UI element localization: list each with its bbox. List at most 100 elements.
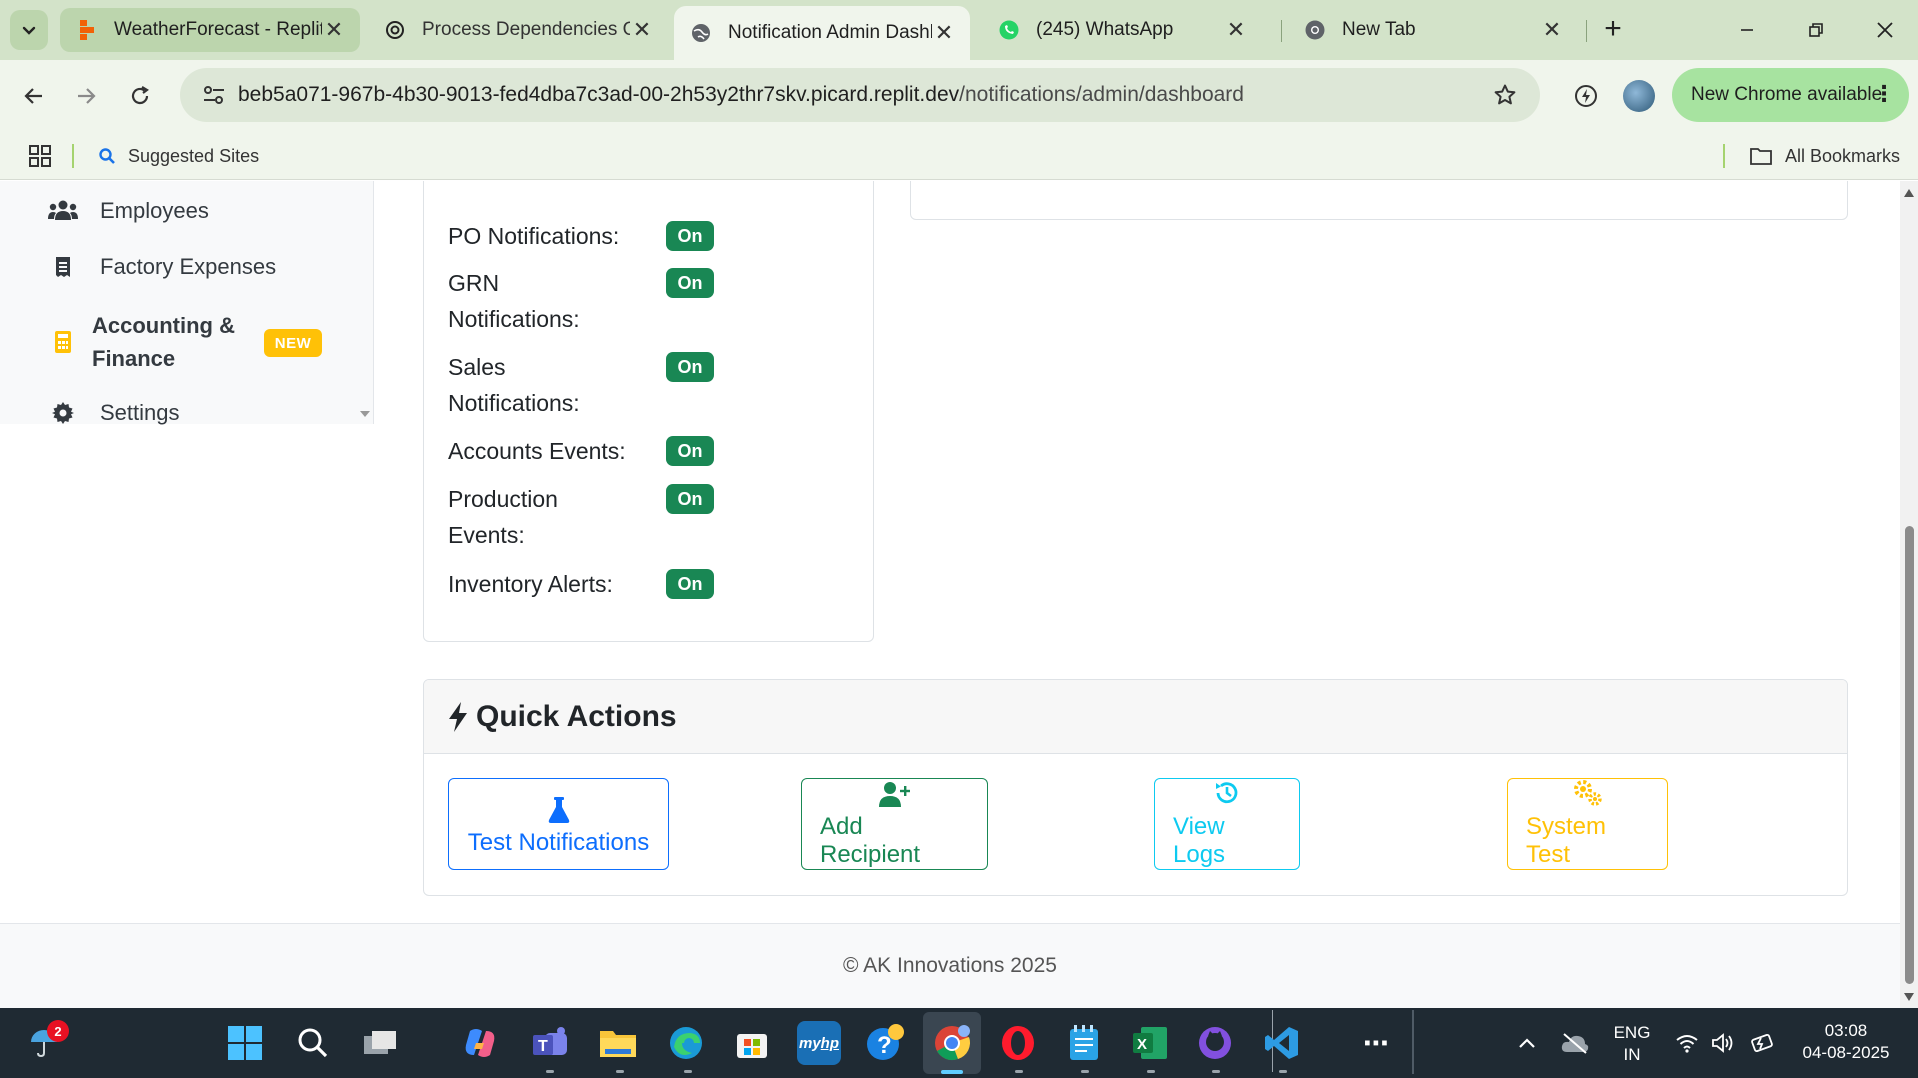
teams-icon: T bbox=[533, 1027, 567, 1055]
tab-notification-admin[interactable]: Notification Admin Dashb ✕ bbox=[674, 6, 970, 60]
sidebar-item-factory-expenses[interactable]: Factory Expenses bbox=[48, 254, 276, 280]
new-tab-button[interactable]: + bbox=[1597, 14, 1629, 46]
profile-avatar[interactable] bbox=[1623, 80, 1655, 112]
page-footer: © AK Innovations 2025 bbox=[0, 923, 1900, 1008]
task-view-icon bbox=[364, 1031, 396, 1054]
tab-new-tab[interactable]: New Tab ✕ bbox=[1288, 8, 1578, 52]
address-bar[interactable]: beb5a071-967b-4b30-9013-fed4dba7c3ad-00-… bbox=[180, 68, 1540, 122]
close-icon[interactable]: ✕ bbox=[1540, 17, 1564, 43]
site-info-icon[interactable] bbox=[190, 84, 238, 106]
more-vert-icon[interactable]: ⋮ bbox=[1873, 82, 1895, 106]
excel-app[interactable]: X bbox=[1128, 1021, 1172, 1065]
microsoft-store-app[interactable] bbox=[730, 1021, 774, 1065]
tab-process-dependencies[interactable]: Process Dependencies Ov ✕ bbox=[368, 8, 668, 52]
folder-icon bbox=[600, 1031, 636, 1057]
bolt-icon bbox=[449, 701, 467, 732]
all-bookmarks-button[interactable]: All Bookmarks bbox=[1749, 142, 1900, 170]
close-window-button[interactable] bbox=[1865, 12, 1905, 48]
clock[interactable]: 03:08 04-08-2025 bbox=[1790, 1020, 1902, 1064]
weather-notification-badge: 2 bbox=[47, 1020, 69, 1042]
close-icon[interactable]: ✕ bbox=[322, 17, 346, 43]
edge-app[interactable] bbox=[664, 1021, 708, 1065]
status-badge[interactable]: On bbox=[666, 569, 714, 599]
task-view-button[interactable] bbox=[358, 1021, 402, 1065]
sidebar-scroll-down-icon[interactable] bbox=[360, 411, 370, 417]
tab-search-button[interactable] bbox=[10, 10, 48, 50]
sidebar-item-label: Employees bbox=[100, 198, 209, 223]
reload-button[interactable] bbox=[122, 78, 158, 114]
notepad-app[interactable] bbox=[1062, 1021, 1106, 1065]
sidebar-item-settings[interactable]: Settings bbox=[48, 400, 180, 426]
taskbar-search-button[interactable] bbox=[291, 1021, 335, 1065]
github-desktop-app[interactable] bbox=[1193, 1021, 1237, 1065]
input-language-indicator[interactable]: ENG IN bbox=[1602, 1022, 1662, 1066]
file-explorer-app[interactable] bbox=[596, 1021, 640, 1065]
close-icon[interactable]: ✕ bbox=[1224, 17, 1248, 43]
close-icon[interactable]: ✕ bbox=[932, 20, 956, 46]
onedrive-tray[interactable] bbox=[1553, 1021, 1597, 1065]
tab-title: New Tab bbox=[1342, 19, 1416, 40]
chatgpt-icon bbox=[384, 19, 406, 41]
tab-weatherforecast[interactable]: WeatherForecast - Replit ✕ bbox=[60, 8, 360, 52]
restore-button[interactable] bbox=[1796, 12, 1836, 48]
status-badge[interactable]: On bbox=[666, 436, 714, 466]
whatsapp-icon bbox=[998, 19, 1020, 41]
page-viewport: Employees Factory Expenses Accounting & … bbox=[0, 181, 1918, 1008]
setting-label: Accounts Events: bbox=[448, 438, 626, 464]
chrome-icon bbox=[1304, 19, 1326, 41]
new-badge: NEW bbox=[264, 329, 322, 357]
folder-icon bbox=[1750, 148, 1772, 165]
receipt-icon bbox=[48, 256, 78, 278]
test-notifications-button[interactable]: Test Notifications bbox=[448, 778, 669, 870]
vscode-app[interactable] bbox=[1260, 1021, 1304, 1065]
performance-icon[interactable] bbox=[1566, 76, 1606, 116]
date-text: 04-08-2025 bbox=[1802, 1043, 1890, 1062]
close-icon[interactable]: ✕ bbox=[630, 17, 654, 43]
system-test-button[interactable]: System Test bbox=[1507, 778, 1668, 870]
teams-app[interactable]: T bbox=[528, 1021, 572, 1065]
tab-title: (245) WhatsApp bbox=[1036, 19, 1174, 40]
bookmark-suggested-sites[interactable]: Suggested Sites bbox=[98, 142, 259, 170]
tab-whatsapp[interactable]: (245) WhatsApp ✕ bbox=[982, 8, 1262, 52]
minimize-icon bbox=[1741, 29, 1753, 31]
scroll-down-arrow-icon[interactable] bbox=[1904, 993, 1914, 1001]
scroll-up-arrow-icon[interactable] bbox=[1904, 189, 1914, 197]
setting-label: PO Notifications: bbox=[448, 223, 620, 249]
restore-icon bbox=[1809, 23, 1823, 37]
status-badge[interactable]: On bbox=[666, 484, 714, 514]
start-button[interactable] bbox=[223, 1021, 267, 1065]
back-button[interactable] bbox=[16, 78, 52, 114]
chrome-update-button[interactable]: New Chrome available ⋮ bbox=[1672, 68, 1909, 122]
bookmark-star-icon[interactable] bbox=[1490, 80, 1520, 110]
status-badge[interactable]: On bbox=[666, 221, 714, 251]
chrome-app[interactable] bbox=[930, 1021, 974, 1065]
status-badge[interactable]: On bbox=[666, 268, 714, 298]
status-badge[interactable]: On bbox=[666, 352, 714, 382]
page-scrollbar[interactable] bbox=[1900, 181, 1918, 1008]
myhp-app[interactable]: myhp bbox=[797, 1021, 841, 1065]
globe-icon bbox=[690, 22, 712, 44]
opera-icon bbox=[1002, 1026, 1034, 1060]
button-label: Add Recipient bbox=[820, 813, 921, 868]
get-help-app[interactable]: ? bbox=[864, 1021, 908, 1065]
minimize-button[interactable] bbox=[1727, 12, 1767, 48]
battery-tray[interactable] bbox=[1740, 1021, 1784, 1065]
stats-card bbox=[910, 181, 1848, 220]
apps-grid-icon[interactable] bbox=[28, 144, 52, 168]
opera-app[interactable] bbox=[996, 1021, 1040, 1065]
show-hidden-icons-button[interactable] bbox=[1505, 1021, 1549, 1065]
browser-toolbar: beb5a071-967b-4b30-9013-fed4dba7c3ad-00-… bbox=[0, 60, 1918, 132]
scroll-thumb[interactable] bbox=[1905, 526, 1914, 984]
view-logs-button[interactable]: View Logs bbox=[1154, 778, 1300, 870]
sidebar-item-employees[interactable]: Employees bbox=[48, 198, 209, 224]
notepad-icon bbox=[1070, 1025, 1098, 1060]
overflow-apps-button[interactable]: ⋯ bbox=[1354, 1021, 1398, 1065]
search-icon bbox=[99, 148, 115, 164]
copilot-app[interactable] bbox=[458, 1021, 502, 1065]
sidebar-item-accounting-finance[interactable]: Accounting & Finance bbox=[48, 309, 252, 375]
bookmark-label: All Bookmarks bbox=[1785, 145, 1901, 166]
forward-button[interactable] bbox=[68, 78, 104, 114]
vscode-icon bbox=[1265, 1027, 1298, 1059]
button-label: System Test bbox=[1526, 813, 1607, 868]
add-recipient-button[interactable]: Add Recipient bbox=[801, 778, 988, 870]
